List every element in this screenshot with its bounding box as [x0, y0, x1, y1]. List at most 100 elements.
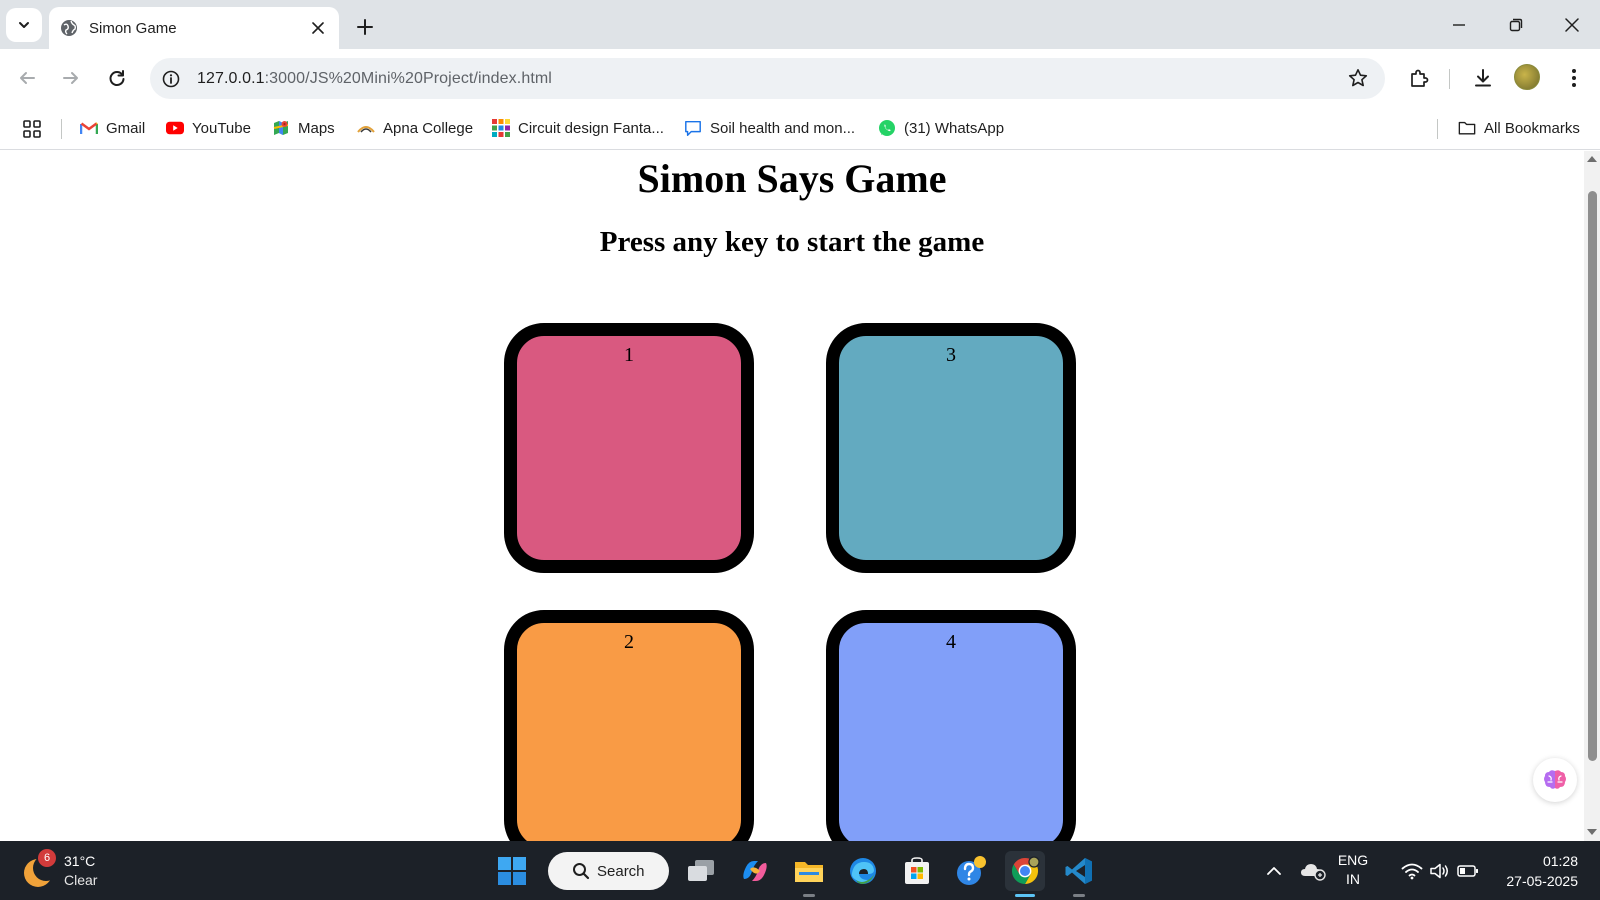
chevron-up-icon — [1267, 867, 1281, 875]
toolbar-divider — [1449, 69, 1450, 89]
simon-button-teal[interactable]: 3 — [826, 323, 1076, 573]
vscode-button[interactable] — [1059, 851, 1099, 897]
bookmark-youtube[interactable]: YouTube — [166, 115, 251, 141]
chrome-button[interactable] — [1005, 851, 1045, 897]
button-number: 1 — [624, 344, 634, 366]
apps-button[interactable] — [20, 117, 44, 141]
folder-icon — [1458, 119, 1476, 137]
button-number: 3 — [946, 344, 956, 366]
reload-button[interactable] — [100, 61, 134, 95]
page-scrollbar[interactable] — [1584, 151, 1600, 841]
bookmark-label: Apna College — [383, 119, 474, 137]
weather-condition: Clear — [64, 872, 98, 888]
bookmarks-bar: Gmail YouTube Maps Apna College Circuit … — [0, 107, 1600, 150]
bookmark-star-button[interactable] — [1341, 61, 1375, 95]
start-button[interactable] — [492, 851, 532, 891]
address-bar[interactable]: 127.0.0.1:3000/JS%20Mini%20Project/index… — [150, 58, 1385, 99]
star-icon — [1348, 69, 1368, 87]
bookmark-label: (31) WhatsApp — [904, 119, 1005, 137]
scroll-down-arrow-icon[interactable] — [1587, 829, 1597, 835]
close-tab-icon[interactable] — [307, 17, 329, 39]
simon-button-orange[interactable]: 2 — [504, 610, 754, 841]
simon-button-blue[interactable]: 4 — [826, 610, 1076, 841]
chrome-icon — [1011, 856, 1040, 885]
scrollbar-thumb[interactable] — [1588, 191, 1597, 761]
weather-widget[interactable]: 6 31°C Clear — [22, 849, 132, 893]
bookmark-apna-college[interactable]: Apna College — [357, 115, 473, 141]
close-icon — [1565, 18, 1579, 32]
kebab-menu-icon — [1572, 69, 1576, 87]
menu-button[interactable] — [1557, 61, 1591, 95]
page-viewport: Simon Says Game Press any key to start t… — [0, 151, 1584, 841]
maps-icon — [272, 119, 290, 137]
plus-icon — [357, 19, 373, 35]
windows-taskbar: 6 31°C Clear Search ENG IN 01:28 27-05-2… — [0, 841, 1600, 900]
gmail-icon — [80, 119, 98, 137]
info-icon — [162, 70, 180, 87]
system-clock[interactable]: 01:28 27-05-2025 — [1494, 851, 1578, 891]
edge-icon — [850, 858, 876, 884]
running-indicator — [803, 894, 815, 897]
bookmark-label: Maps — [298, 119, 335, 137]
all-bookmarks-button[interactable]: All Bookmarks — [1458, 115, 1580, 141]
arrow-right-icon — [63, 72, 78, 84]
store-button[interactable] — [897, 851, 937, 891]
bookmark-whatsapp[interactable]: (31) WhatsApp — [878, 115, 1004, 141]
bookmark-label: Soil health and mon... — [710, 119, 856, 137]
back-button[interactable] — [10, 61, 44, 95]
circuit-design-icon — [492, 119, 510, 137]
button-number: 2 — [624, 631, 634, 653]
scroll-up-arrow-icon[interactable] — [1587, 156, 1597, 162]
language-region: IN — [1346, 871, 1360, 887]
page-title: Simon Says Game — [637, 156, 947, 201]
profile-avatar[interactable] — [1514, 64, 1540, 90]
tab-strip: Simon Game — [0, 0, 1600, 49]
bookmarks-divider — [1437, 119, 1438, 139]
store-icon — [905, 857, 929, 884]
help-icon — [957, 856, 986, 885]
minimize-icon — [1453, 24, 1465, 26]
input-language[interactable]: ENG IN — [1332, 851, 1374, 889]
vscode-icon — [1065, 858, 1092, 884]
whatsapp-icon — [878, 119, 896, 137]
copilot-icon — [743, 861, 767, 881]
restore-button[interactable] — [1493, 8, 1539, 42]
search-label: Search — [597, 862, 645, 880]
floating-assistant-button[interactable] — [1533, 758, 1577, 802]
folder-icon — [795, 862, 823, 882]
get-help-button[interactable] — [951, 851, 991, 891]
bookmarks-divider — [61, 119, 62, 139]
close-window-button[interactable] — [1549, 8, 1595, 42]
new-tab-button[interactable] — [350, 12, 380, 42]
quick-settings-button[interactable] — [1394, 855, 1486, 887]
language-code: ENG — [1337, 852, 1369, 868]
simon-button-red[interactable]: 1 — [504, 323, 754, 573]
url-text[interactable]: 127.0.0.1:3000/JS%20Mini%20Project/index… — [197, 70, 552, 88]
bookmark-maps[interactable]: Maps — [272, 115, 335, 141]
taskbar-search[interactable]: Search — [548, 852, 669, 890]
minimize-button[interactable] — [1436, 8, 1482, 42]
show-hidden-icons-button[interactable] — [1262, 855, 1286, 887]
running-indicator — [1073, 894, 1085, 897]
edge-button[interactable] — [843, 851, 883, 891]
clock-date: 27-05-2025 — [1506, 873, 1578, 889]
button-number: 4 — [946, 631, 956, 653]
bookmark-label: Circuit design Fanta... — [518, 119, 664, 137]
bookmark-label: Gmail — [106, 119, 146, 137]
site-info-button[interactable] — [153, 61, 189, 97]
bookmark-gmail[interactable]: Gmail — [80, 115, 145, 141]
forward-button[interactable] — [54, 61, 88, 95]
active-indicator — [1015, 894, 1035, 897]
bookmark-soil-health[interactable]: Soil health and mon... — [684, 115, 855, 141]
onedrive-button[interactable] — [1298, 855, 1328, 887]
downloads-button[interactable] — [1466, 61, 1500, 95]
task-view-button[interactable] — [681, 851, 721, 891]
bookmark-circuit-design[interactable]: Circuit design Fanta... — [492, 115, 664, 141]
tab-search-button[interactable] — [6, 8, 42, 42]
copilot-button[interactable] — [735, 851, 775, 891]
tab-simon-game[interactable]: Simon Game — [49, 7, 339, 49]
extensions-button[interactable] — [1402, 61, 1436, 95]
reload-icon — [109, 70, 125, 86]
globe-icon — [59, 18, 79, 38]
file-explorer-button[interactable] — [789, 851, 829, 897]
